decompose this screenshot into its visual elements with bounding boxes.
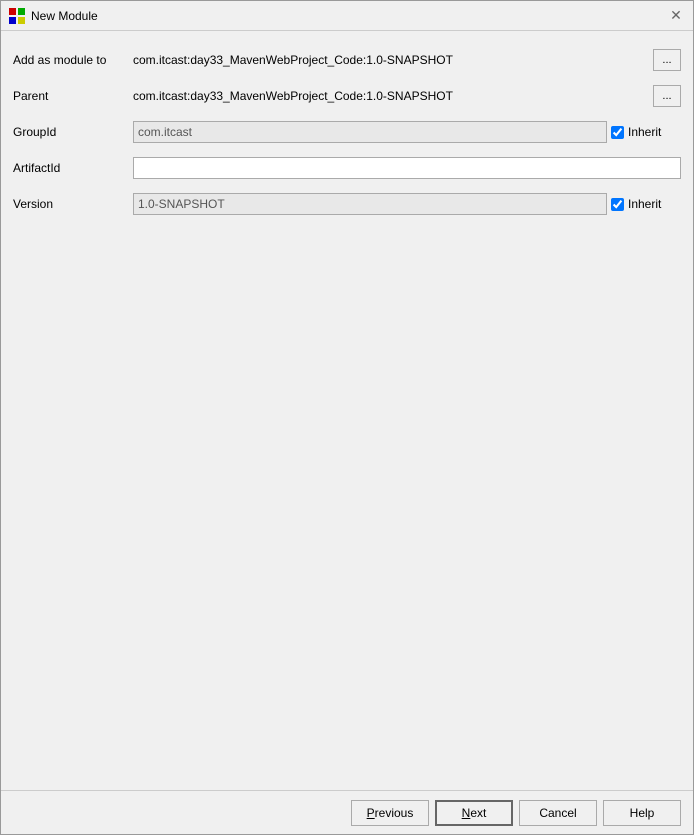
parent-browse-button[interactable]: ...: [653, 85, 681, 107]
version-input[interactable]: [133, 193, 607, 215]
version-inherit-label: Inherit: [628, 197, 661, 211]
close-button[interactable]: ✕: [667, 7, 685, 25]
group-id-row: GroupId Inherit: [13, 119, 681, 145]
title-bar-left: New Module: [9, 8, 98, 24]
artifact-id-label: ArtifactId: [13, 161, 133, 175]
title-bar: New Module ✕: [1, 1, 693, 31]
help-button[interactable]: Help: [603, 800, 681, 826]
module-icon: [9, 8, 25, 24]
cancel-button[interactable]: Cancel: [519, 800, 597, 826]
version-inherit-checkbox[interactable]: [611, 198, 624, 211]
add-as-module-label: Add as module to: [13, 53, 133, 67]
group-id-inherit-wrapper: Inherit: [611, 125, 681, 139]
add-as-module-browse-button[interactable]: ...: [653, 49, 681, 71]
add-as-module-row: Add as module to com.itcast:day33_MavenW…: [13, 47, 681, 73]
parent-row: Parent com.itcast:day33_MavenWebProject_…: [13, 83, 681, 109]
version-row: Version Inherit: [13, 191, 681, 217]
bottom-bar: Previous Next Cancel Help: [1, 790, 693, 834]
previous-button[interactable]: Previous: [351, 800, 429, 826]
add-as-module-value: com.itcast:day33_MavenWebProject_Code:1.…: [133, 53, 649, 67]
artifact-id-input[interactable]: [133, 157, 681, 179]
parent-label: Parent: [13, 89, 133, 103]
next-button[interactable]: Next: [435, 800, 513, 826]
artifact-id-row: ArtifactId: [13, 155, 681, 181]
group-id-label: GroupId: [13, 125, 133, 139]
group-id-input[interactable]: [133, 121, 607, 143]
next-label: Next: [462, 806, 487, 820]
version-inherit-wrapper: Inherit: [611, 197, 681, 211]
new-module-dialog: New Module ✕ Add as module to com.itcast…: [0, 0, 694, 835]
form-content: Add as module to com.itcast:day33_MavenW…: [1, 31, 693, 790]
group-id-inherit-checkbox[interactable]: [611, 126, 624, 139]
previous-label: Previous: [367, 806, 414, 820]
group-id-inherit-label: Inherit: [628, 125, 661, 139]
parent-value: com.itcast:day33_MavenWebProject_Code:1.…: [133, 89, 649, 103]
dialog-title: New Module: [31, 9, 98, 23]
version-label: Version: [13, 197, 133, 211]
